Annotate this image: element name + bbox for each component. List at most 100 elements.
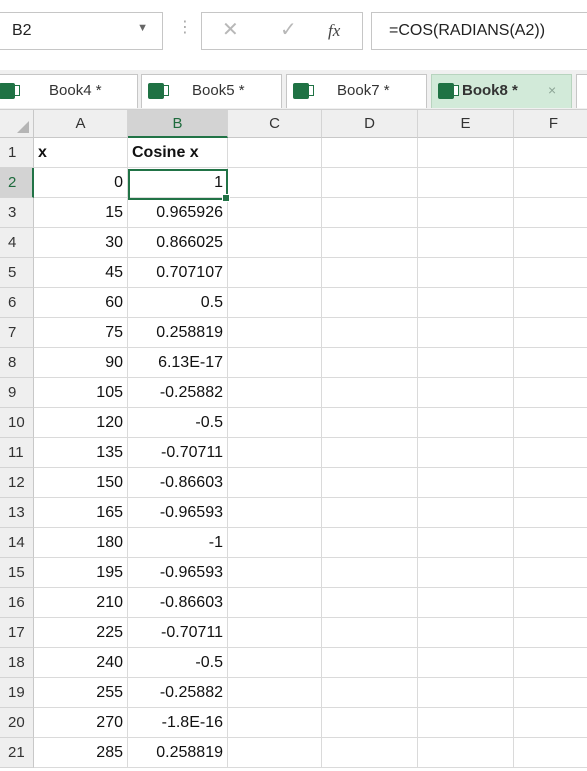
row-header[interactable]: 13	[0, 498, 34, 528]
cell-d[interactable]	[322, 678, 418, 708]
cell-d[interactable]	[322, 138, 418, 168]
cell-a[interactable]: 180	[34, 528, 128, 558]
cell-f[interactable]	[514, 738, 587, 768]
cell-d[interactable]	[322, 588, 418, 618]
cell-a[interactable]: 105	[34, 378, 128, 408]
cell-d[interactable]	[322, 408, 418, 438]
row-header[interactable]: 11	[0, 438, 34, 468]
row-header[interactable]: 14	[0, 528, 34, 558]
cell-a[interactable]: 210	[34, 588, 128, 618]
cell-f[interactable]	[514, 348, 587, 378]
cell-c[interactable]	[228, 408, 322, 438]
chevron-down-icon[interactable]: ▼	[137, 22, 148, 34]
row-header[interactable]: 2	[0, 168, 34, 198]
cell-a[interactable]: 150	[34, 468, 128, 498]
row-header[interactable]: 18	[0, 648, 34, 678]
cell-b[interactable]: -0.96593	[128, 558, 228, 588]
row-header[interactable]: 20	[0, 708, 34, 738]
insert-function-icon[interactable]: fx	[328, 20, 340, 42]
cell-c[interactable]	[228, 258, 322, 288]
cell-b[interactable]: -0.25882	[128, 678, 228, 708]
row-header[interactable]: 19	[0, 678, 34, 708]
cell-f[interactable]	[514, 288, 587, 318]
cell-a[interactable]: 60	[34, 288, 128, 318]
cell-c[interactable]	[228, 618, 322, 648]
tab-book8[interactable]: Book8 * ×	[431, 74, 572, 108]
cell-d[interactable]	[322, 558, 418, 588]
cell-b[interactable]: -0.5	[128, 648, 228, 678]
cell-f[interactable]	[514, 588, 587, 618]
cell-d[interactable]	[322, 468, 418, 498]
row-header[interactable]: 7	[0, 318, 34, 348]
more-options-icon[interactable]: ⋮	[177, 20, 193, 36]
cell-d[interactable]	[322, 708, 418, 738]
cell-c[interactable]	[228, 318, 322, 348]
cell-f[interactable]	[514, 468, 587, 498]
cell-c[interactable]	[228, 558, 322, 588]
cell-d[interactable]	[322, 618, 418, 648]
cell-a[interactable]: 240	[34, 648, 128, 678]
cell-e[interactable]	[418, 408, 514, 438]
cell-c[interactable]	[228, 168, 322, 198]
cell-c[interactable]	[228, 228, 322, 258]
cell-e[interactable]	[418, 348, 514, 378]
cell-c[interactable]	[228, 708, 322, 738]
cell-f[interactable]	[514, 168, 587, 198]
cell-b[interactable]: -0.5	[128, 408, 228, 438]
cell-b[interactable]: 0.258819	[128, 318, 228, 348]
cell-a[interactable]: x	[34, 138, 128, 168]
cell-e[interactable]	[418, 618, 514, 648]
cell-b[interactable]: 0.866025	[128, 228, 228, 258]
cell-a[interactable]: 0	[34, 168, 128, 198]
cell-c[interactable]	[228, 378, 322, 408]
cell-d[interactable]	[322, 498, 418, 528]
select-all-corner[interactable]	[0, 110, 34, 138]
row-header[interactable]: 16	[0, 588, 34, 618]
cell-e[interactable]	[418, 528, 514, 558]
column-header-f[interactable]: F	[514, 110, 587, 138]
cell-f[interactable]	[514, 648, 587, 678]
row-header[interactable]: 17	[0, 618, 34, 648]
tab-book4[interactable]: Book4 *	[0, 74, 138, 108]
cell-b[interactable]: 0.5	[128, 288, 228, 318]
cell-e[interactable]	[418, 378, 514, 408]
cell-b[interactable]: Cosine x	[128, 138, 228, 168]
cell-c[interactable]	[228, 498, 322, 528]
cell-d[interactable]	[322, 288, 418, 318]
cell-e[interactable]	[418, 468, 514, 498]
cell-e[interactable]	[418, 288, 514, 318]
cell-d[interactable]	[322, 258, 418, 288]
cell-f[interactable]	[514, 408, 587, 438]
row-header[interactable]: 4	[0, 228, 34, 258]
cell-f[interactable]	[514, 678, 587, 708]
row-header[interactable]: 1	[0, 138, 34, 168]
cell-f[interactable]	[514, 618, 587, 648]
cell-c[interactable]	[228, 528, 322, 558]
cell-a[interactable]: 225	[34, 618, 128, 648]
cell-c[interactable]	[228, 438, 322, 468]
cancel-icon[interactable]: ✕	[222, 19, 239, 41]
cell-e[interactable]	[418, 588, 514, 618]
cell-d[interactable]	[322, 228, 418, 258]
cell-c[interactable]	[228, 348, 322, 378]
cell-f[interactable]	[514, 198, 587, 228]
enter-icon[interactable]: ✓	[280, 19, 297, 41]
formula-text[interactable]: =COS(RADIANS(A2))	[389, 22, 545, 40]
cell-a[interactable]: 255	[34, 678, 128, 708]
cell-e[interactable]	[418, 678, 514, 708]
cell-a[interactable]: 45	[34, 258, 128, 288]
cell-d[interactable]	[322, 528, 418, 558]
row-header[interactable]: 21	[0, 738, 34, 768]
cell-b[interactable]: -0.25882	[128, 378, 228, 408]
tab-book7[interactable]: Book7 *	[286, 74, 427, 108]
row-header[interactable]: 15	[0, 558, 34, 588]
cell-e[interactable]	[418, 738, 514, 768]
cell-c[interactable]	[228, 678, 322, 708]
cell-a[interactable]: 75	[34, 318, 128, 348]
cell-d[interactable]	[322, 738, 418, 768]
row-header[interactable]: 12	[0, 468, 34, 498]
cell-d[interactable]	[322, 168, 418, 198]
cell-b[interactable]: 0.965926	[128, 198, 228, 228]
cell-f[interactable]	[514, 558, 587, 588]
cell-e[interactable]	[418, 258, 514, 288]
